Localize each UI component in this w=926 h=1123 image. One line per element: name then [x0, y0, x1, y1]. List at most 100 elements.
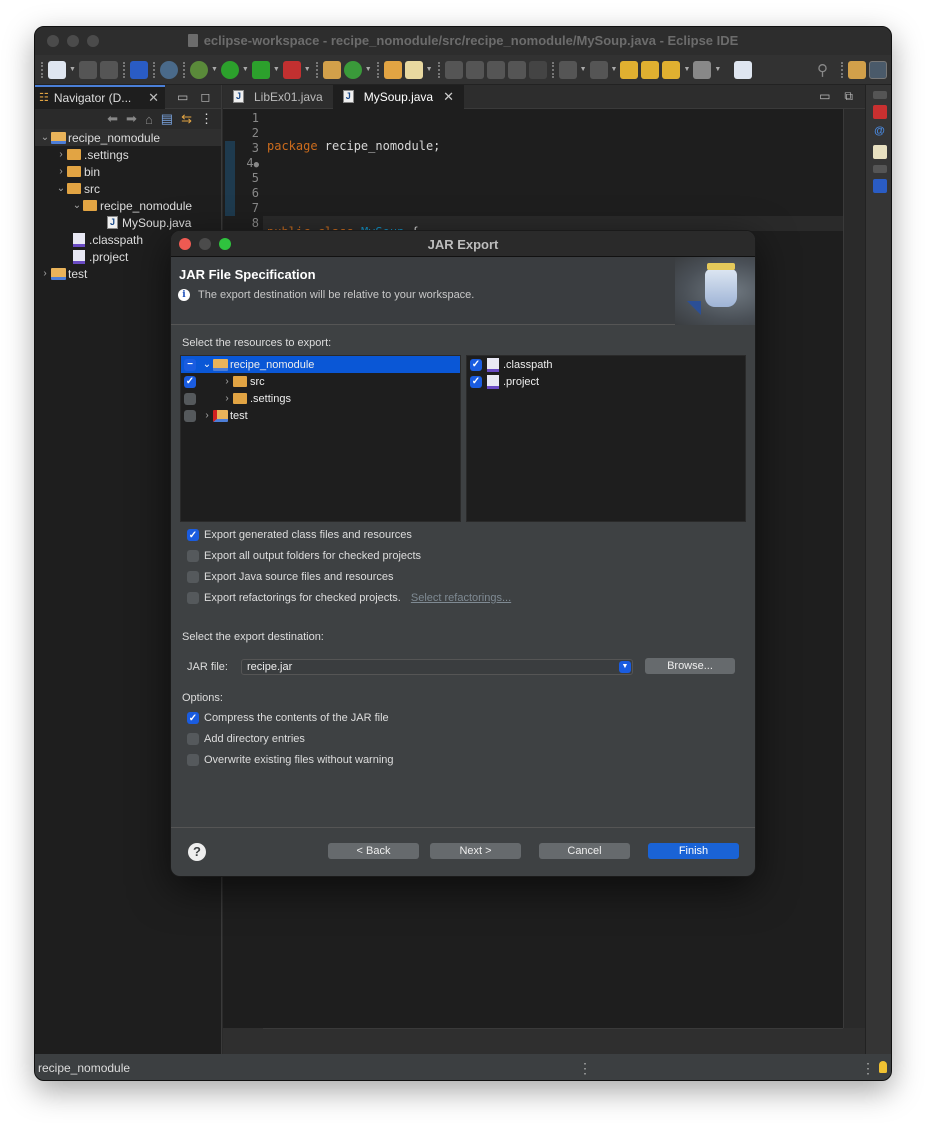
checkbox[interactable]: ✓ [187, 712, 199, 724]
last-edit-icon[interactable] [620, 60, 639, 79]
chevron-right-icon[interactable]: › [55, 149, 67, 160]
chevron-down-icon[interactable]: ⌄ [71, 200, 83, 211]
declaration-icon[interactable] [872, 145, 887, 159]
up-icon[interactable]: ⌂ [145, 112, 153, 127]
tree-item[interactable]: › .settings [181, 390, 460, 407]
previous-annotation-icon[interactable] [589, 60, 608, 79]
tree-item[interactable]: ⌄ recipe_nomodule [35, 197, 221, 214]
debug-dropdown-icon[interactable]: ▼ [211, 66, 218, 73]
maximize-icon[interactable]: ◻ [200, 90, 210, 104]
task-dropdown-icon[interactable]: ▼ [426, 66, 433, 73]
forward-icon[interactable]: ➡ [126, 111, 137, 127]
back-icon[interactable] [662, 60, 681, 79]
new-java-package-icon[interactable] [322, 60, 341, 79]
browse-button[interactable]: Browse... [645, 658, 735, 674]
minimize-icon[interactable]: ▭ [177, 90, 188, 104]
tree-item[interactable]: › .settings [35, 146, 221, 163]
tree-item[interactable]: ⌄ src [35, 180, 221, 197]
tree-item[interactable]: J MySoup.java [35, 214, 221, 231]
tristate-checkbox[interactable]: − [184, 358, 196, 371]
link-with-editor-icon[interactable]: ⇆ [181, 111, 192, 127]
add-directory-entries-option[interactable]: Add directory entries [187, 732, 305, 746]
save-all-icon[interactable] [99, 60, 118, 79]
back-dropdown-icon[interactable]: ▼ [683, 66, 690, 73]
checkbox[interactable] [187, 733, 199, 745]
coverage-icon[interactable] [251, 60, 270, 79]
chevron-down-icon[interactable]: ⌄ [201, 359, 213, 370]
show-whitespace-icon[interactable] [528, 60, 547, 79]
word-wrap-icon[interactable] [507, 60, 526, 79]
finish-button[interactable]: Finish [648, 843, 739, 859]
run-icon[interactable] [220, 60, 239, 79]
tree-item[interactable]: − ⌄ recipe_nomodule [181, 356, 460, 373]
checkbox[interactable] [184, 392, 196, 405]
restore-icon[interactable]: ⧉ [844, 89, 853, 104]
lightbulb-icon[interactable] [879, 1061, 887, 1073]
external-tools-dropdown-icon[interactable]: ▼ [304, 66, 311, 73]
close-icon[interactable]: ✕ [443, 89, 454, 105]
resource-tree[interactable]: − ⌄ recipe_nomodule ✓ › src › .settings [180, 355, 461, 522]
coverage-dropdown-icon[interactable]: ▼ [273, 66, 280, 73]
cancel-button[interactable]: Cancel [539, 843, 630, 859]
back-icon[interactable]: ⬅ [107, 111, 118, 127]
next-annotation-icon[interactable] [558, 60, 577, 79]
tree-item[interactable]: ✓ › src [181, 373, 460, 390]
skip-breakpoints-icon[interactable] [159, 60, 178, 79]
problems-icon[interactable] [872, 105, 887, 119]
forward-icon[interactable] [693, 60, 712, 79]
save-icon[interactable] [78, 60, 97, 79]
terminal-icon[interactable] [129, 60, 148, 79]
next-annotation-dropdown-icon[interactable]: ▼ [580, 66, 587, 73]
chevron-right-icon[interactable]: › [39, 268, 51, 279]
forward-dropdown-icon[interactable]: ▼ [714, 66, 721, 73]
select-refactorings-link[interactable]: Select refactorings... [411, 592, 511, 604]
checkbox[interactable]: ✓ [187, 529, 199, 541]
list-item[interactable]: ✓ .classpath [467, 356, 745, 373]
external-tools-icon[interactable] [282, 60, 301, 79]
restore-icon[interactable] [872, 91, 887, 99]
checkbox[interactable] [187, 754, 199, 766]
jar-file-combo[interactable]: recipe.jar ▼ [241, 659, 633, 675]
new-class-dropdown-icon[interactable]: ▼ [365, 66, 372, 73]
checkbox[interactable] [187, 550, 199, 562]
pin-editor-icon[interactable] [734, 60, 753, 79]
tab-mysoup[interactable]: J MySoup.java ✕ [332, 84, 464, 109]
restore-icon[interactable] [872, 165, 887, 173]
horizontal-scrollbar[interactable] [263, 1028, 843, 1054]
javadoc-icon[interactable]: @ [873, 125, 887, 139]
new-icon[interactable] [48, 60, 66, 79]
file-list[interactable]: ✓ .classpath ✓ .project [466, 355, 746, 522]
chevron-down-icon[interactable]: ⌄ [55, 183, 67, 194]
previous-annotation-dropdown-icon[interactable]: ▼ [611, 66, 618, 73]
chevron-right-icon[interactable]: › [201, 410, 213, 421]
checkbox[interactable]: ✓ [184, 375, 196, 388]
open-perspective-icon[interactable] [848, 60, 866, 79]
close-icon[interactable]: ✕ [148, 90, 159, 106]
run-dropdown-icon[interactable]: ▼ [242, 66, 249, 73]
checkbox[interactable]: ✓ [470, 375, 482, 388]
overwrite-option[interactable]: Overwrite existing files without warning [187, 753, 394, 767]
new-java-class-icon[interactable] [343, 60, 362, 79]
chevron-down-icon[interactable]: ⌄ [39, 132, 51, 143]
chevron-right-icon[interactable]: › [221, 393, 233, 404]
annotation-icon[interactable] [444, 60, 463, 79]
minimize-icon[interactable]: ▭ [819, 89, 830, 104]
export-class-files-option[interactable]: ✓ Export generated class files and resou… [187, 528, 412, 542]
open-task-icon[interactable] [404, 60, 423, 79]
block-selection-icon[interactable] [486, 60, 505, 79]
chevron-down-icon[interactable]: ▼ [619, 661, 631, 673]
open-type-icon[interactable] [383, 60, 402, 79]
compress-option[interactable]: ✓ Compress the contents of the JAR file [187, 711, 389, 725]
view-menu-icon[interactable]: ⋮ [200, 111, 213, 127]
java-perspective-icon[interactable] [869, 60, 887, 79]
next-button[interactable]: Next > [430, 843, 521, 859]
collapse-all-icon[interactable]: ▤ [161, 111, 173, 127]
console-icon[interactable] [872, 179, 887, 193]
fold-icon[interactable]: ● [254, 160, 259, 170]
export-output-folders-option[interactable]: Export all output folders for checked pr… [187, 549, 421, 563]
help-icon[interactable]: ? [188, 843, 206, 861]
checkbox[interactable] [187, 592, 199, 604]
tree-item[interactable]: › bin [35, 163, 221, 180]
export-refactorings-option[interactable]: Export refactorings for checked projects… [187, 591, 511, 605]
checkbox[interactable] [184, 409, 196, 422]
